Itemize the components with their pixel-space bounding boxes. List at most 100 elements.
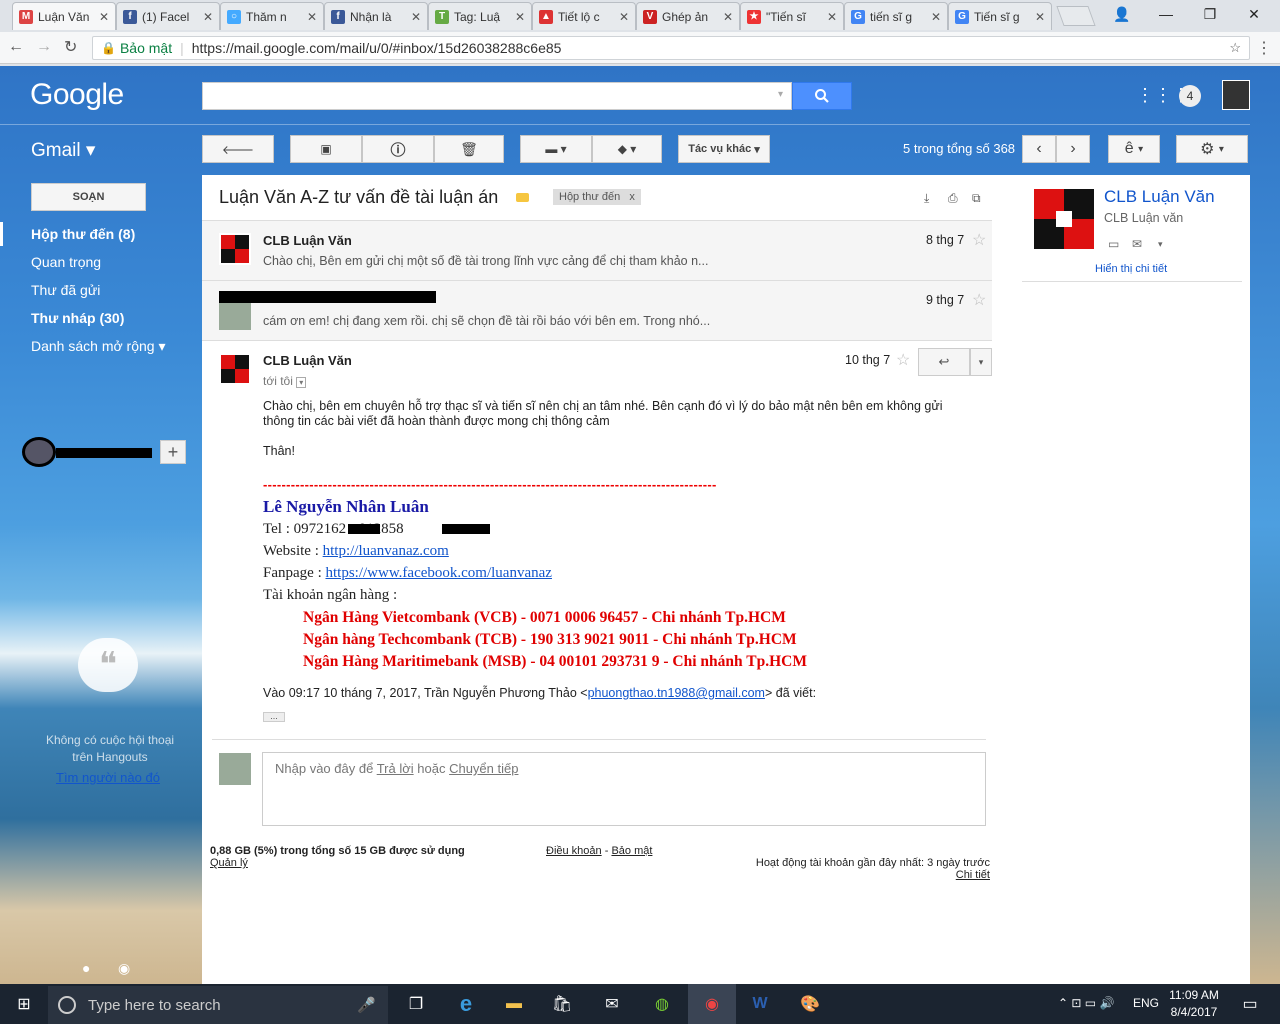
- older-button[interactable]: ›: [1056, 135, 1090, 163]
- forward-link[interactable]: Chuyển tiếp: [449, 761, 518, 776]
- star-icon[interactable]: ☆: [1229, 40, 1241, 56]
- input-tools-button[interactable]: ê ▾: [1108, 135, 1160, 163]
- recipient-line[interactable]: tới tôi ▾: [263, 374, 307, 388]
- collapsed-message-2[interactable]: cám ơn em! chị đang xem rồi. chị sẽ chọn…: [202, 280, 992, 340]
- browser-tab[interactable]: T Tag: Luậ ✕: [428, 2, 532, 30]
- menu-dots-icon[interactable]: ⋮: [1256, 38, 1272, 58]
- add-contact-button[interactable]: +: [160, 440, 186, 464]
- star-icon[interactable]: ☆: [972, 230, 986, 250]
- compose-button[interactable]: SOẠN: [31, 183, 146, 211]
- clock-time[interactable]: 11:09 AM: [1168, 988, 1220, 1002]
- collapsed-message-1[interactable]: CLB Luận Văn Chào chị, Bên em gửi chị mộ…: [202, 220, 992, 280]
- privacy-link[interactable]: Bảo mật: [611, 845, 652, 857]
- star-icon[interactable]: ☆: [972, 290, 986, 310]
- maximize-button[interactable]: ❐: [1190, 2, 1230, 26]
- reload-icon[interactable]: ↻: [64, 37, 77, 57]
- back-to-inbox-button[interactable]: 🡐: [202, 135, 274, 163]
- delete-button[interactable]: 🗑: [434, 135, 504, 163]
- browser-tab[interactable]: f Nhận là ✕: [324, 2, 428, 30]
- file-explorer-icon[interactable]: ▬: [498, 990, 530, 1018]
- sidebar-item-4[interactable]: Danh sách mở rộng ▾: [31, 338, 166, 355]
- settings-button[interactable]: ⚙ ▾: [1176, 135, 1248, 163]
- notification-count[interactable]: 4: [1179, 85, 1201, 107]
- browser-tab[interactable]: M Luận Văn ✕: [12, 2, 116, 30]
- hangouts-avatar[interactable]: [22, 437, 56, 467]
- system-tray-icons[interactable]: ⌃ ⊡ ▭ 🔊: [1058, 996, 1114, 1010]
- sidebar-item-3[interactable]: Thư nháp (30): [31, 310, 124, 326]
- more-actions-button[interactable]: Tác vụ khác ▾: [678, 135, 770, 163]
- email-icon[interactable]: ✉: [1132, 237, 1142, 251]
- manage-link-text[interactable]: Quản lý: [210, 857, 248, 869]
- chat-icon[interactable]: ▭: [1108, 237, 1119, 251]
- close-window-button[interactable]: ✕: [1234, 2, 1274, 26]
- close-tab-icon[interactable]: ✕: [723, 10, 733, 24]
- word-icon[interactable]: W: [744, 990, 776, 1018]
- store-icon[interactable]: 🛍: [546, 990, 578, 1018]
- close-tab-icon[interactable]: ✕: [619, 10, 629, 24]
- labels-button[interactable]: ◆ ▾: [592, 135, 662, 163]
- close-tab-icon[interactable]: ✕: [827, 10, 837, 24]
- archive-button[interactable]: ▣: [290, 135, 362, 163]
- show-trimmed-button[interactable]: ...: [263, 712, 285, 722]
- sidebar-item-0[interactable]: Hộp thư đến (8): [31, 226, 135, 242]
- new-window-icon[interactable]: ⧉: [972, 191, 981, 206]
- clock-date[interactable]: 8/4/2017: [1168, 1005, 1220, 1019]
- newer-button[interactable]: ‹: [1022, 135, 1056, 163]
- contact-more-icon[interactable]: ▾: [1158, 239, 1163, 250]
- terms-link[interactable]: Điều khoản: [546, 845, 602, 857]
- quote-email-link[interactable]: phuongthao.tn1988@gmail.com: [588, 686, 765, 700]
- app-icon[interactable]: ◍: [646, 990, 678, 1018]
- more-reply-options-button[interactable]: ▾: [970, 348, 992, 376]
- browser-tab[interactable]: ★ "Tiến sĩ ✕: [740, 2, 844, 30]
- account-icon[interactable]: 👤: [1102, 2, 1142, 26]
- print-icon[interactable]: ⎙: [948, 191, 958, 206]
- contact-name[interactable]: CLB Luận Văn: [1104, 187, 1215, 207]
- search-options-icon[interactable]: ▾: [778, 89, 783, 100]
- close-tab-icon[interactable]: ✕: [515, 10, 525, 24]
- browser-tab[interactable]: f (1) Facel ✕: [116, 2, 220, 30]
- move-to-button[interactable]: ▬ ▾: [520, 135, 592, 163]
- details-link[interactable]: Chi tiết: [956, 869, 990, 881]
- show-details-link[interactable]: Hiển thị chi tiết: [1095, 263, 1167, 275]
- forward-icon[interactable]: →: [36, 38, 52, 56]
- browser-tab[interactable]: G Tiến sĩ g ✕: [948, 2, 1052, 30]
- reply-button[interactable]: ↩: [918, 348, 970, 376]
- expand-all-icon[interactable]: ⤓: [924, 191, 929, 206]
- close-tab-icon[interactable]: ✕: [203, 10, 213, 24]
- reply-link[interactable]: Trả lời: [377, 761, 414, 776]
- remove-label-icon[interactable]: x: [629, 191, 635, 203]
- browser-tab[interactable]: ▲ Tiết lộ c ✕: [532, 2, 636, 30]
- omnibox[interactable]: 🔒 Bảo mật | https://mail.google.com/mail…: [92, 36, 1250, 60]
- show-details-icon[interactable]: ▾: [296, 377, 307, 388]
- report-spam-button[interactable]: ⓘ: [362, 135, 434, 163]
- sidebar-item-2[interactable]: Thư đã gửi: [31, 282, 100, 298]
- chrome-icon[interactable]: ◉: [696, 990, 728, 1018]
- new-tab-button[interactable]: [1056, 6, 1096, 26]
- browser-tab[interactable]: Gtiến sĩ g ✕: [844, 2, 948, 30]
- account-avatar[interactable]: [1222, 80, 1250, 110]
- close-tab-icon[interactable]: ✕: [1035, 10, 1045, 24]
- fanpage-link[interactable]: https://www.facebook.com/luanvanaz: [325, 565, 551, 581]
- search-input[interactable]: ▾: [202, 82, 792, 110]
- close-tab-icon[interactable]: ✕: [99, 10, 109, 24]
- google-logo[interactable]: Google: [30, 78, 124, 112]
- website-link[interactable]: http://luanvanaz.com: [323, 543, 449, 559]
- close-tab-icon[interactable]: ✕: [931, 10, 941, 24]
- close-tab-icon[interactable]: ✕: [411, 10, 421, 24]
- mail-icon[interactable]: ✉: [596, 990, 628, 1018]
- reply-box[interactable]: Nhập vào đây để Trả lời hoặc Chuyển tiếp: [262, 752, 986, 826]
- language-indicator[interactable]: ENG: [1133, 996, 1159, 1010]
- url-text[interactable]: https://mail.google.com/mail/u/0/#inbox/…: [192, 40, 562, 56]
- browser-tab[interactable]: V Ghép ản ✕: [636, 2, 740, 30]
- star-icon[interactable]: ☆: [896, 350, 910, 370]
- edge-icon[interactable]: e: [450, 990, 482, 1018]
- task-view-icon[interactable]: ❐: [400, 990, 432, 1018]
- taskbar-search[interactable]: Type here to search 🎤: [48, 986, 388, 1024]
- sidebar-item-1[interactable]: Quan trọng: [31, 254, 101, 270]
- location-icon[interactable]: ◉: [118, 960, 130, 977]
- person-icon[interactable]: ●: [82, 960, 90, 976]
- search-button[interactable]: [792, 82, 852, 110]
- paint-icon[interactable]: 🎨: [794, 990, 826, 1018]
- minimize-button[interactable]: —: [1146, 2, 1186, 26]
- back-icon[interactable]: ←: [8, 38, 24, 56]
